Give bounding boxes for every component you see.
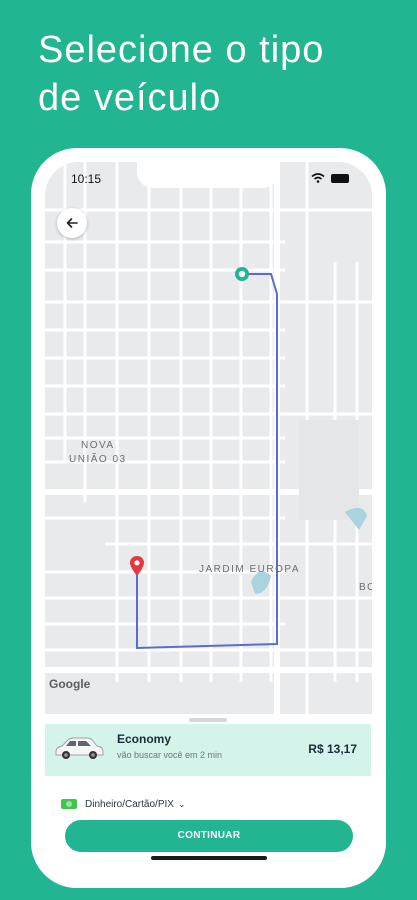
- payment-method-selector[interactable]: Dinheiro/Cartão/PIX ⌄: [61, 794, 185, 814]
- cash-icon: [61, 799, 77, 809]
- home-indicator: [151, 856, 267, 860]
- phone-frame: 10:15 NOVA UNIÃO 03 JARDIM EUROPA B Goog…: [31, 148, 386, 888]
- map-label-nova: NOVA: [81, 440, 115, 451]
- wifi-icon: [311, 173, 325, 183]
- battery-icon: [331, 174, 349, 183]
- back-button[interactable]: [57, 208, 87, 238]
- chevron-down-icon: ⌄: [177, 798, 186, 809]
- payment-method-label: Dinheiro/Cartão/PIX: [85, 798, 174, 810]
- headline-line-2: de veículo: [38, 77, 222, 119]
- ride-option-economy[interactable]: Economy vão buscar você em 2 min R$ 13,1…: [45, 724, 371, 776]
- headline-line-1: Selecione o tipo: [38, 29, 325, 71]
- google-attribution: Google: [49, 677, 91, 691]
- phone-notch: [137, 162, 279, 188]
- ride-selection-sheet: Economy vão buscar você em 2 min R$ 13,1…: [31, 714, 386, 888]
- sheet-drag-handle[interactable]: [189, 718, 227, 722]
- origin-marker-icon[interactable]: [234, 266, 250, 282]
- ride-option-price: R$ 13,17: [308, 742, 357, 756]
- location-pin-icon[interactable]: [130, 556, 144, 576]
- status-time: 10:15: [71, 172, 102, 186]
- ride-option-eta: vão buscar você em 2 min: [117, 750, 223, 760]
- map-label-bo: BO: [359, 582, 372, 593]
- continue-button[interactable]: CONTINUAR: [65, 820, 353, 852]
- back-arrow-icon: [66, 218, 78, 228]
- car-icon: [55, 737, 104, 759]
- map-label-uniao: UNIÃO 03: [69, 454, 127, 465]
- screen-headline: Selecione o tipo de veículo: [38, 26, 398, 122]
- status-bar: 10:15: [45, 162, 372, 196]
- ride-option-name: Economy: [117, 732, 172, 746]
- map-label-jardim-europa: JARDIM EUROPA: [199, 564, 300, 575]
